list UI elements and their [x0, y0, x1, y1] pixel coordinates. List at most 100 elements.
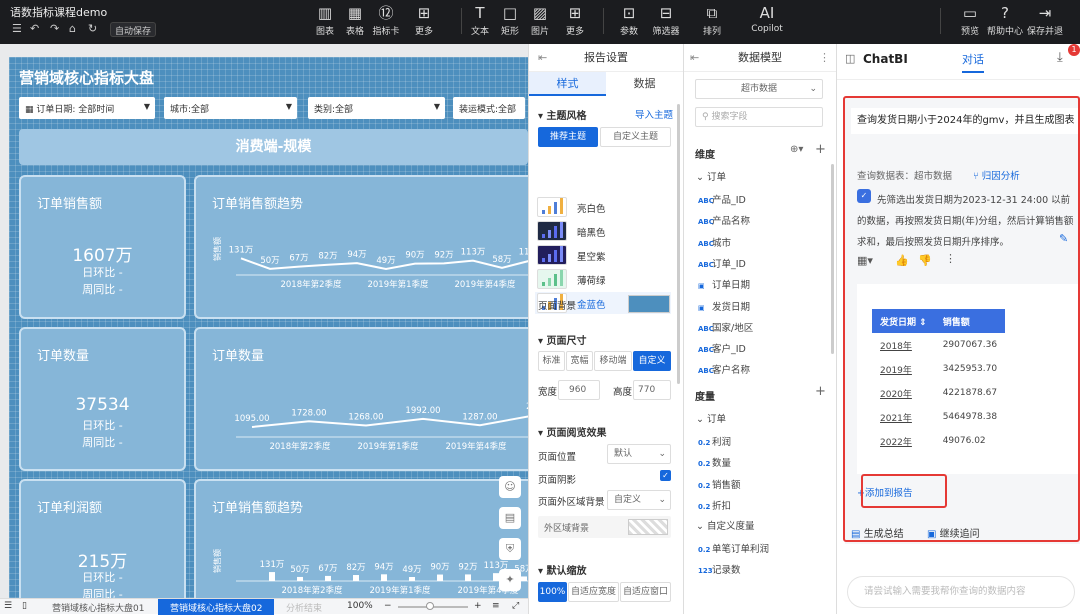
- toolbar-image-button[interactable]: ▨ 图片: [520, 3, 560, 37]
- chart-card-sales-trend[interactable]: 订单销售额趋势 销售额 131万 50万 67万 82万 94万 49万 90万 92万 113万…: [194, 175, 528, 319]
- measure-group-order[interactable]: ⌄ 订单: [696, 411, 726, 425]
- tab-style[interactable]: 样式: [529, 72, 606, 96]
- redo-icon[interactable]: ↷: [50, 22, 59, 35]
- kpi-card-sales[interactable]: 订单销售额 1607万 日环比 - 周同比 -: [19, 175, 186, 319]
- robot-icon[interactable]: ☺: [499, 476, 521, 498]
- dashboard-page[interactable]: 营销域核心指标大盘 ▦ 订单日期: 全部时间 ▼ 城市:全部 ▼ 类别:全部 ▼ 装运…: [9, 57, 528, 602]
- shield-icon[interactable]: ⛨: [499, 538, 521, 560]
- collapse-caret-icon[interactable]: ▾: [538, 336, 547, 347]
- field-item[interactable]: ABC城市: [698, 235, 731, 249]
- theme-option[interactable]: 亮白色: [535, 196, 671, 218]
- field-item[interactable]: ▣ 发货日期: [698, 299, 750, 313]
- add-measure-icon[interactable]: +: [815, 384, 826, 399]
- zoom-fit-width-button[interactable]: 自适应宽度: [568, 582, 619, 602]
- page-tab-01[interactable]: 营销域核心指标大盘01: [46, 599, 150, 615]
- tab-recommended-theme[interactable]: 推荐主题: [538, 127, 598, 147]
- refresh-icon[interactable]: ↻: [88, 22, 97, 35]
- size-standard-button[interactable]: 标准: [538, 351, 565, 371]
- field-item[interactable]: ABC产品_ID: [698, 192, 746, 206]
- field-item[interactable]: 0.2 折扣: [698, 498, 731, 512]
- filter-category[interactable]: 类别:全部 ▼: [308, 97, 445, 119]
- toolbar-parameter-button[interactable]: ⊡ 参数: [609, 3, 649, 37]
- position-select[interactable]: 默认 ⌄: [607, 444, 671, 464]
- field-item[interactable]: 0.2 单笔订单利润: [698, 541, 769, 555]
- kpi-card-profit[interactable]: 订单利润额 215万 日环比 - 周同比 -: [19, 479, 186, 602]
- tab-dialog[interactable]: 对话: [962, 51, 984, 73]
- toolbar-help-button[interactable]: ? 帮助中心: [985, 3, 1025, 37]
- collapse-caret-icon[interactable]: ▾: [538, 111, 547, 122]
- kpi-card-quantity[interactable]: 订单数量 37534 日环比 - 周同比 -: [19, 327, 186, 471]
- undo-icon[interactable]: ↶: [30, 22, 39, 35]
- height-input[interactable]: 770: [633, 380, 671, 400]
- theme-option[interactable]: 薄荷绿: [535, 268, 671, 290]
- magic-wand-icon[interactable]: ✦: [499, 569, 521, 591]
- field-item[interactable]: ABC客户名称: [698, 362, 750, 376]
- add-dimension-icon[interactable]: +: [815, 142, 826, 157]
- toolbar-arrange-button[interactable]: ⧉ 排列: [692, 3, 732, 37]
- width-input[interactable]: 960: [558, 380, 600, 400]
- field-item[interactable]: 0.2 数量: [698, 455, 731, 469]
- comment-icon[interactable]: ▤: [499, 507, 521, 529]
- field-item[interactable]: ABC订单_ID: [698, 256, 746, 270]
- theme-option[interactable]: 星空紫: [535, 244, 671, 266]
- zoom-in-icon[interactable]: +: [474, 601, 482, 611]
- field-item[interactable]: ABC客户_ID: [698, 341, 746, 355]
- zoom-fit-window-button[interactable]: 自适应窗口: [620, 582, 671, 602]
- dataset-select[interactable]: 超市数据 ⌄: [695, 79, 823, 99]
- zoom-slider-handle[interactable]: [426, 602, 434, 610]
- tab-custom-theme[interactable]: 自定义主题: [600, 127, 671, 147]
- size-custom-button[interactable]: 自定义: [633, 351, 671, 371]
- download-icon[interactable]: ⤓: [1057, 50, 1063, 65]
- collapse-caret-icon[interactable]: ▾: [538, 428, 547, 439]
- filter-city[interactable]: 城市:全部 ▼: [164, 97, 297, 119]
- collapse-icon[interactable]: ⇤: [690, 44, 699, 72]
- home-icon[interactable]: ⌂: [69, 22, 76, 35]
- toolbar-grid-more-button[interactable]: ⊞ 更多: [404, 3, 444, 37]
- mobile-icon[interactable]: ▯: [22, 601, 27, 611]
- more-icon[interactable]: ⋮: [819, 44, 830, 72]
- custom-measure-group[interactable]: ⌄ 自定义度量: [696, 518, 755, 532]
- toolbar-grid-more-button[interactable]: ⊞ 更多: [555, 3, 595, 37]
- chat-input[interactable]: 请尝试输入需要我帮你查询的数据内容: [847, 576, 1075, 608]
- page-bg-swatch[interactable]: [628, 295, 670, 313]
- toolbar-preview-button[interactable]: ▭ 预览: [950, 3, 990, 37]
- fit-icon[interactable]: ≡: [492, 601, 500, 611]
- field-search-input[interactable]: ⚲ 搜索字段: [695, 107, 823, 127]
- autosave-toggle[interactable]: 自动保存: [110, 22, 157, 37]
- filter-order-date[interactable]: ▦ 订单日期: 全部时间 ▼: [19, 97, 155, 119]
- outer-bg-select[interactable]: 自定义 ⌄: [607, 490, 671, 510]
- collapse-icon[interactable]: ⇤: [538, 44, 547, 72]
- filter-ship-mode[interactable]: 装运模式:全部: [453, 97, 525, 119]
- import-theme-link[interactable]: 导入主题: [635, 107, 673, 121]
- field-item[interactable]: 0.2 利润: [698, 434, 731, 448]
- toolbar-kpi-card-button[interactable]: ⑫ 指标卡: [366, 3, 406, 37]
- field-item[interactable]: ▣ 订单日期: [698, 277, 750, 291]
- field-item[interactable]: ABC产品名称: [698, 213, 750, 227]
- collapse-caret-icon[interactable]: ▾: [538, 566, 547, 577]
- globe-icon[interactable]: ⊕▾: [790, 144, 803, 155]
- zoom-100-button[interactable]: 100%: [538, 582, 567, 602]
- fullscreen-icon[interactable]: ⤢: [512, 601, 519, 611]
- scrollbar[interactable]: [831, 164, 834, 354]
- toolbar-save-exit-button[interactable]: ⇥ 保存并退: [1025, 3, 1065, 37]
- size-wide-button[interactable]: 宽幅: [566, 351, 593, 371]
- transparent-swatch[interactable]: [628, 519, 668, 535]
- shadow-checkbox[interactable]: ✓: [660, 470, 671, 481]
- field-item[interactable]: 123记录数: [698, 562, 741, 576]
- dim-group-order[interactable]: ⌄ 订单: [696, 169, 726, 183]
- menu-icon[interactable]: ☰: [12, 22, 22, 35]
- page-list-icon[interactable]: ☰: [4, 601, 12, 611]
- toolbar-filter-button[interactable]: ⊟ 筛选器: [646, 3, 686, 37]
- scrollbar[interactable]: [677, 104, 680, 384]
- size-mobile-button[interactable]: 移动端: [594, 351, 632, 371]
- field-item[interactable]: 0.2 销售额: [698, 477, 741, 491]
- zoom-out-icon[interactable]: −: [384, 601, 392, 611]
- zoom-level[interactable]: 100%: [347, 601, 373, 611]
- toolbar-ai-button[interactable]: AI Copilot: [747, 3, 787, 34]
- theme-option[interactable]: 暗黑色: [535, 220, 671, 242]
- chart-card-quantity-trend[interactable]: 订单数量 1095.00 1728.00 1268.00 1992.00 1287.00…: [194, 327, 528, 471]
- page-tab-02[interactable]: 营销域核心指标大盘02: [158, 599, 275, 615]
- chart-card-sales-bar[interactable]: 订单销售额趋势 销售额 131万 50万 67万 82万 94万 49万 90万 92万 113万…: [194, 479, 528, 602]
- tab-data[interactable]: 数据: [606, 72, 683, 96]
- field-item[interactable]: ABC国家/地区: [698, 320, 753, 334]
